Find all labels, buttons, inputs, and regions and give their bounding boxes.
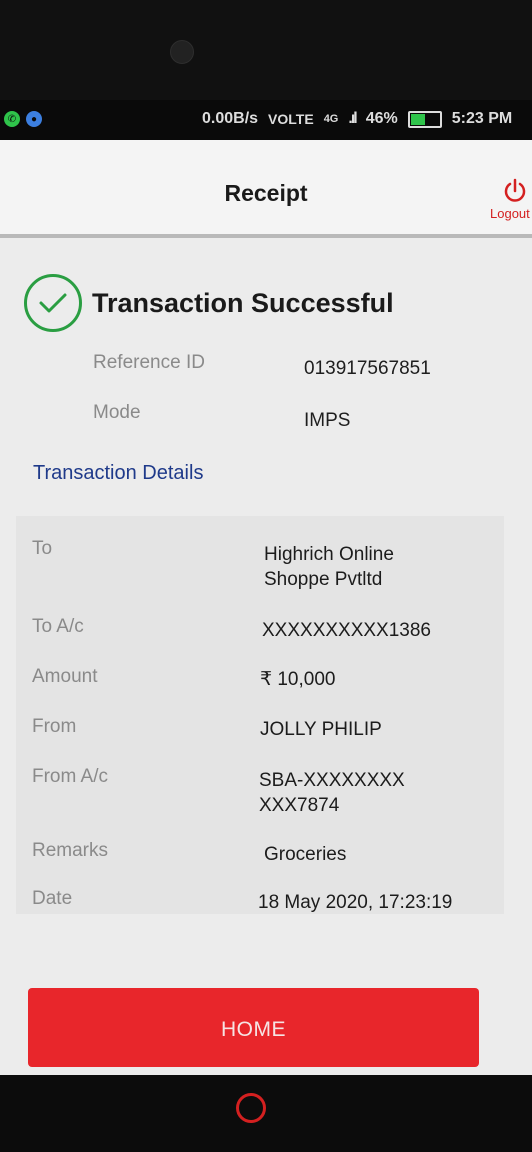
detail-value: XXXXXXXXXX1386 (262, 620, 431, 641)
check-circle-icon (24, 274, 82, 332)
detail-value: Highrich Online Shoppe Pvtltd (264, 544, 394, 590)
status-indicators: 0.00B/s VOLTE 4G .ıl 46% 5:23 PM (202, 110, 512, 128)
transaction-details-panel: To Highrich Online Shoppe Pvtltd To A/c … (16, 516, 504, 914)
home-button[interactable]: HOME (28, 988, 479, 1067)
power-icon (504, 178, 526, 202)
detail-label: Remarks (32, 840, 109, 861)
reference-id-value: 013917567851 (304, 358, 431, 379)
battery-percent: 46% (365, 110, 398, 127)
detail-value: Groceries (264, 844, 347, 865)
logout-button[interactable]: Logout (490, 178, 532, 221)
battery-icon (407, 110, 442, 128)
detail-value: SBA-XXXXXXXXXXX7874 (259, 770, 405, 816)
detail-value: ₹ 10,000 (260, 669, 336, 690)
network-speed: 0.00B/s (202, 110, 259, 127)
hardware-home-key-icon[interactable] (236, 1093, 266, 1123)
page-title: Receipt (224, 180, 308, 206)
mode-value: IMPS (304, 410, 351, 431)
notification-icons: ✆ ● (4, 111, 42, 127)
network-type: 4G (323, 113, 339, 125)
whatsapp-icon: ✆ (4, 111, 20, 127)
detail-label: To A/c (32, 616, 84, 637)
detail-label: From A/c (32, 766, 109, 787)
mode-label: Mode (93, 402, 141, 423)
messenger-icon: ● (26, 111, 42, 127)
app-header: Receipt Logout (0, 140, 532, 238)
front-camera (170, 40, 194, 64)
receipt-screen: Receipt Logout Transaction Successful Re… (0, 140, 532, 1075)
transaction-details-heading: Transaction Details (33, 462, 204, 484)
signal-icon: .ıl (348, 110, 357, 127)
detail-label: To (32, 538, 53, 559)
success-message: Transaction Successful (92, 287, 394, 318)
detail-value: JOLLY PHILIP (260, 719, 382, 740)
phone-bezel-bottom (0, 1075, 532, 1152)
detail-value: 18 May 2020, 17:23:19 (258, 892, 453, 913)
clock: 5:23 PM (451, 110, 513, 127)
detail-label: From (32, 716, 77, 737)
status-bar: ✆ ● 0.00B/s VOLTE 4G .ıl 46% 5:23 PM (0, 100, 532, 140)
logout-label: Logout (490, 206, 530, 221)
detail-label: Date (32, 888, 73, 909)
success-banner: Transaction Successful (24, 274, 394, 332)
volte-label: VOLTE (268, 111, 314, 127)
reference-id-label: Reference ID (93, 352, 205, 373)
phone-bezel-top (0, 0, 532, 100)
detail-label: Amount (32, 666, 98, 687)
